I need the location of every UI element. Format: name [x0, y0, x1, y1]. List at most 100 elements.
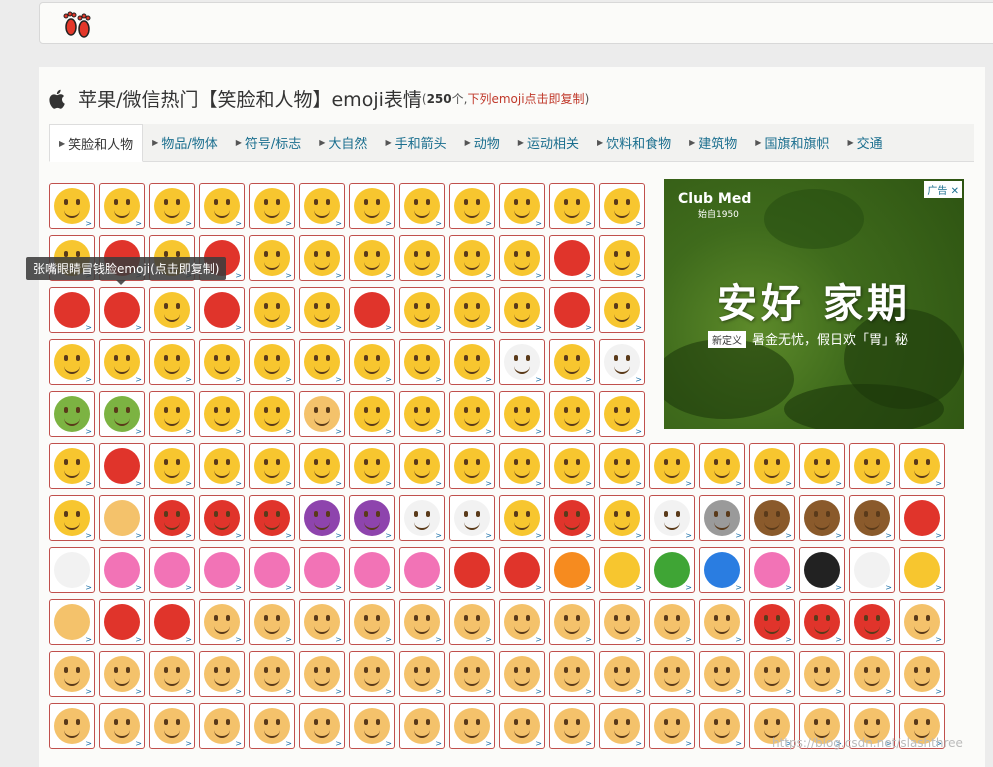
tab-0[interactable]: ▶ 笑脸和人物: [49, 124, 144, 162]
footprints-icon[interactable]: [60, 7, 94, 41]
emoji-cell[interactable]: >: [99, 287, 145, 333]
emoji-cell[interactable]: >: [149, 183, 195, 229]
tab-1[interactable]: ▶ 物品/物体: [143, 124, 227, 161]
emoji-cell[interactable]: >: [499, 495, 545, 541]
emoji-cell[interactable]: >: [699, 651, 745, 697]
emoji-cell[interactable]: >: [549, 235, 595, 281]
emoji-cell[interactable]: >: [349, 339, 395, 385]
emoji-cell[interactable]: >: [249, 235, 295, 281]
emoji-cell[interactable]: >: [249, 599, 295, 645]
emoji-cell[interactable]: >: [449, 547, 495, 593]
emoji-cell[interactable]: >: [399, 651, 445, 697]
emoji-cell[interactable]: >: [549, 547, 595, 593]
emoji-cell[interactable]: >: [149, 443, 195, 489]
emoji-cell[interactable]: >: [749, 495, 795, 541]
emoji-cell[interactable]: >: [249, 703, 295, 749]
emoji-cell[interactable]: >: [199, 183, 245, 229]
emoji-cell[interactable]: >: [249, 287, 295, 333]
emoji-cell[interactable]: >: [449, 599, 495, 645]
emoji-cell[interactable]: >: [49, 183, 95, 229]
emoji-cell[interactable]: >: [799, 547, 845, 593]
emoji-cell[interactable]: >: [449, 287, 495, 333]
emoji-cell[interactable]: >: [499, 287, 545, 333]
emoji-cell[interactable]: >: [299, 183, 345, 229]
emoji-cell[interactable]: >: [699, 599, 745, 645]
emoji-cell[interactable]: >: [599, 235, 645, 281]
emoji-cell[interactable]: >: [699, 443, 745, 489]
emoji-cell[interactable]: >: [549, 391, 595, 437]
emoji-cell[interactable]: >: [549, 183, 595, 229]
emoji-cell[interactable]: >: [449, 183, 495, 229]
emoji-cell[interactable]: >: [149, 287, 195, 333]
emoji-cell[interactable]: >: [549, 443, 595, 489]
emoji-cell[interactable]: >: [349, 651, 395, 697]
emoji-cell[interactable]: >: [699, 495, 745, 541]
emoji-cell[interactable]: >: [299, 391, 345, 437]
emoji-cell[interactable]: >: [49, 703, 95, 749]
emoji-cell[interactable]: >: [199, 287, 245, 333]
emoji-cell[interactable]: >: [149, 547, 195, 593]
emoji-cell[interactable]: >: [349, 599, 395, 645]
emoji-cell[interactable]: >: [549, 287, 595, 333]
emoji-cell[interactable]: >: [599, 495, 645, 541]
emoji-cell[interactable]: >: [399, 547, 445, 593]
emoji-cell[interactable]: >: [99, 495, 145, 541]
emoji-cell[interactable]: >: [499, 339, 545, 385]
emoji-cell[interactable]: >: [49, 287, 95, 333]
emoji-cell[interactable]: >: [99, 703, 145, 749]
emoji-cell[interactable]: >: [99, 391, 145, 437]
emoji-cell[interactable]: >: [49, 495, 95, 541]
emoji-cell[interactable]: >: [899, 651, 945, 697]
emoji-cell[interactable]: >: [399, 443, 445, 489]
ad-badge[interactable]: 广告 ✕: [924, 181, 962, 198]
emoji-cell[interactable]: >: [49, 391, 95, 437]
emoji-cell[interactable]: >: [749, 599, 795, 645]
emoji-cell[interactable]: >: [299, 703, 345, 749]
advertisement[interactable]: Club Med 始自1950 广告 ✕ 安好 家期 新定义 暑金无忧，假日欢「胃」…: [664, 179, 964, 429]
emoji-cell[interactable]: >: [599, 443, 645, 489]
emoji-cell[interactable]: >: [199, 547, 245, 593]
emoji-cell[interactable]: >: [499, 235, 545, 281]
emoji-cell[interactable]: >: [649, 651, 695, 697]
tab-6[interactable]: ▶ 运动相关: [509, 124, 588, 161]
emoji-cell[interactable]: >: [149, 391, 195, 437]
emoji-cell[interactable]: >: [349, 183, 395, 229]
emoji-cell[interactable]: >: [499, 443, 545, 489]
emoji-cell[interactable]: >: [149, 651, 195, 697]
emoji-cell[interactable]: >: [549, 703, 595, 749]
emoji-cell[interactable]: >: [99, 651, 145, 697]
emoji-cell[interactable]: >: [299, 287, 345, 333]
emoji-cell[interactable]: >: [499, 703, 545, 749]
emoji-cell[interactable]: >: [99, 547, 145, 593]
emoji-cell[interactable]: >: [599, 651, 645, 697]
emoji-cell[interactable]: >: [199, 495, 245, 541]
emoji-cell[interactable]: >: [449, 339, 495, 385]
emoji-cell[interactable]: >: [749, 443, 795, 489]
emoji-cell[interactable]: >: [649, 703, 695, 749]
emoji-cell[interactable]: >: [599, 547, 645, 593]
tab-8[interactable]: ▶ 建筑物: [680, 124, 746, 161]
emoji-cell[interactable]: >: [799, 495, 845, 541]
tab-4[interactable]: ▶ 手和箭头: [376, 124, 455, 161]
emoji-cell[interactable]: >: [599, 183, 645, 229]
tab-10[interactable]: ▶ 交通: [838, 124, 891, 161]
emoji-cell[interactable]: >: [249, 339, 295, 385]
emoji-cell[interactable]: >: [899, 443, 945, 489]
emoji-cell[interactable]: >: [399, 391, 445, 437]
emoji-cell[interactable]: >: [499, 547, 545, 593]
emoji-cell[interactable]: >: [549, 599, 595, 645]
emoji-cell[interactable]: >: [399, 183, 445, 229]
emoji-cell[interactable]: >: [49, 599, 95, 645]
emoji-cell[interactable]: >: [349, 547, 395, 593]
emoji-cell[interactable]: >: [249, 443, 295, 489]
emoji-cell[interactable]: >: [549, 339, 595, 385]
emoji-cell[interactable]: >: [299, 599, 345, 645]
emoji-cell[interactable]: >: [799, 599, 845, 645]
emoji-cell[interactable]: >: [899, 599, 945, 645]
emoji-cell[interactable]: >: [449, 703, 495, 749]
emoji-cell[interactable]: >: [299, 651, 345, 697]
emoji-cell[interactable]: >: [199, 391, 245, 437]
emoji-cell[interactable]: >: [299, 339, 345, 385]
emoji-cell[interactable]: >: [399, 235, 445, 281]
emoji-cell[interactable]: >: [349, 443, 395, 489]
